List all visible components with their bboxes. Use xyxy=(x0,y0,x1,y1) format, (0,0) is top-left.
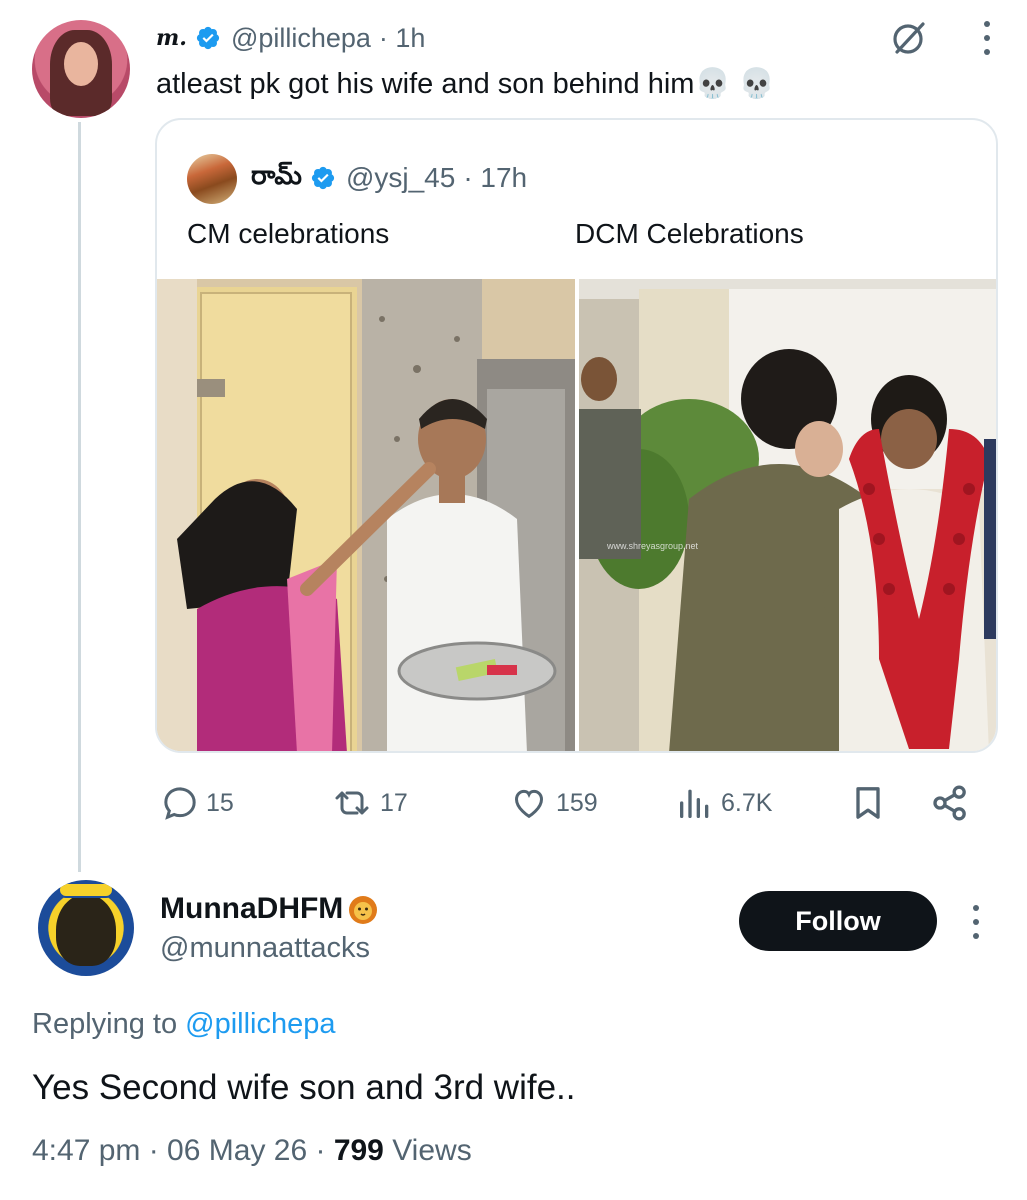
bookmark-icon xyxy=(856,787,880,819)
caption-right: DCM Celebrations xyxy=(575,218,804,249)
more-icon[interactable] xyxy=(983,21,991,55)
share-button[interactable] xyxy=(930,780,976,826)
engagement-bar: 15 17 159 6.7K xyxy=(160,780,980,826)
grok-icon[interactable] xyxy=(889,18,929,58)
avatar[interactable] xyxy=(32,20,130,118)
avatar[interactable] xyxy=(187,154,237,204)
follow-button[interactable]: Follow xyxy=(739,891,937,951)
views-icon xyxy=(680,789,709,818)
reply-button[interactable]: 15 xyxy=(160,780,234,826)
caption-left: CM celebrations xyxy=(187,218,390,249)
display-name: రామ్ xyxy=(251,159,302,190)
views-label: Views xyxy=(383,1134,472,1167)
repost-button[interactable]: 17 xyxy=(330,780,408,826)
handle[interactable]: @munnaattacks xyxy=(160,932,370,965)
display-name[interactable]: MunnaDHFM xyxy=(160,892,343,926)
timestamp: · 17h xyxy=(463,162,528,193)
like-icon xyxy=(514,789,544,819)
reply-author[interactable]: MunnaDHFM xyxy=(160,892,379,926)
tweet-actions-top xyxy=(889,18,991,58)
quoted-tweet-header: రామ్ @ysj_45 · 17h xyxy=(251,156,527,200)
more-icon[interactable] xyxy=(972,905,980,939)
replying-prefix: Replying to xyxy=(32,1008,186,1040)
thread-connector-line xyxy=(78,122,81,872)
share-icon xyxy=(933,785,966,821)
photo-watermark: www.shreyasgroup.net xyxy=(607,541,699,551)
verified-icon xyxy=(196,26,220,50)
views-count: 6.7K xyxy=(721,788,773,817)
repost-count: 17 xyxy=(380,788,408,817)
like-count: 159 xyxy=(556,788,598,817)
display-name[interactable]: m. xyxy=(156,25,187,51)
like-button[interactable]: 159 xyxy=(508,780,598,826)
timestamp[interactable]: · 1h xyxy=(379,23,426,54)
bookmark-button[interactable] xyxy=(848,780,894,826)
repost-icon xyxy=(335,791,369,815)
reply-icon xyxy=(164,787,196,820)
lion-emoji-icon xyxy=(349,896,378,924)
views-count: 799 xyxy=(333,1134,384,1167)
tweet-header: m. @pillichepa · 1h xyxy=(156,18,425,58)
reply-text: Yes Second wife son and 3rd wife.. xyxy=(32,1068,576,1107)
replying-to: Replying to @pillichepa xyxy=(32,1008,336,1041)
timestamp[interactable]: 4:47 pm · 06 May 26 · xyxy=(32,1134,334,1167)
handle[interactable]: @pillichepa xyxy=(231,23,371,54)
replying-handle-link[interactable]: @pillichepa xyxy=(185,1008,335,1040)
verified-icon xyxy=(311,166,335,190)
views-button[interactable]: 6.7K xyxy=(675,780,772,826)
handle: @ysj_45 xyxy=(345,162,456,193)
photo-cm-celebrations[interactable] xyxy=(157,279,575,751)
reply-count: 15 xyxy=(206,788,234,817)
avatar[interactable] xyxy=(38,880,134,976)
tweet-text: atleast pk got his wife and son behind h… xyxy=(156,68,775,100)
tweet-meta: 4:47 pm · 06 May 26 · 799 Views xyxy=(32,1134,472,1168)
photo-dcm-celebrations[interactable]: www.shreyasgroup.net xyxy=(579,279,996,751)
quoted-tweet-card[interactable]: రామ్ @ysj_45 · 17h CM celebrations DCM C… xyxy=(155,118,998,753)
